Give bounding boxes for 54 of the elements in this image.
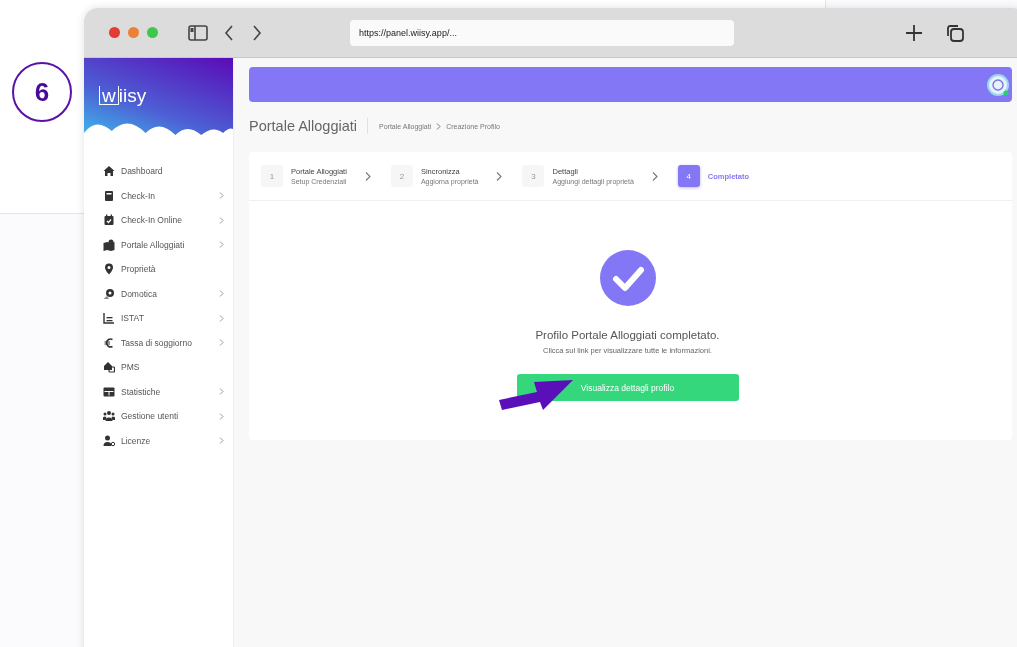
logo: w iisy — [99, 86, 147, 105]
sidebar-item-label: Tassa di soggiorno — [121, 337, 193, 348]
users-icon — [103, 410, 115, 423]
sidebar-item[interactable]: Domotica — [103, 281, 233, 306]
sidebar-toggle-icon[interactable] — [188, 24, 208, 41]
address-bar[interactable]: https://panel.wiisy.app/... — [350, 19, 734, 46]
plus-icon[interactable] — [905, 23, 923, 42]
sidebar-item[interactable]: PMS — [103, 355, 233, 380]
sidebar-item-label: ISTAT — [121, 313, 145, 324]
step-number: 1 — [261, 165, 283, 187]
sidebar-item-label: Domotica — [121, 288, 158, 299]
pin-icon — [103, 263, 115, 276]
sidebar-item-label: Check-In Online — [121, 215, 183, 226]
sidebar-item[interactable]: Gestione utenti — [103, 404, 233, 429]
sidebar-item[interactable]: Tassa di soggiorno — [103, 330, 233, 355]
user-icon — [103, 434, 115, 447]
calendar-icon — [103, 214, 115, 227]
window-controls-icon[interactable] — [109, 27, 158, 38]
sidebar-item-label: Proprietà — [121, 264, 157, 275]
result-heading: Profilo Portale Alloggiati completato. — [535, 329, 720, 341]
sidebar-item-label: Statistiche — [121, 386, 162, 397]
back-icon[interactable] — [224, 24, 234, 41]
avatar-icon[interactable] — [987, 73, 1009, 96]
house-icon — [103, 361, 115, 374]
chevron-icon — [436, 122, 442, 130]
sidebar-item[interactable]: ISTAT — [103, 306, 233, 331]
sidebar-item[interactable]: Portale Alloggiati — [103, 232, 233, 257]
step-number: 2 — [390, 165, 413, 187]
sidebar-item[interactable]: Dashboard — [103, 159, 233, 184]
home-icon — [103, 165, 115, 178]
euro-icon — [103, 336, 115, 349]
sidebar-item-label: PMS — [121, 362, 141, 373]
sidebar-item[interactable]: Proprietà — [103, 257, 233, 282]
sidebar-item-label: Portale Alloggiati — [121, 239, 186, 250]
sidebar-item[interactable]: Check-In Online — [103, 208, 233, 233]
sidebar-item-label: Check-In — [121, 190, 156, 201]
sidebar-item-label: Dashboard — [121, 166, 164, 177]
sidebar-item-label: Gestione utenti — [121, 411, 180, 422]
chevron-icon — [651, 171, 658, 181]
page-title: Portale Alloggiati — [249, 118, 368, 134]
sidebar-item[interactable]: Check-In — [103, 183, 233, 208]
sidebar-item-label: Licenze — [121, 435, 152, 446]
sidebar-item[interactable]: Licenze — [103, 428, 233, 453]
tabs-icon[interactable] — [945, 22, 965, 43]
step-number: 3 — [522, 165, 545, 187]
forward-icon[interactable] — [252, 24, 262, 41]
step-number: 4 — [677, 165, 700, 187]
check-icon — [599, 250, 656, 306]
chevron-icon — [496, 171, 503, 181]
table-icon — [103, 385, 115, 398]
sidebar-item[interactable]: Statistiche — [103, 379, 233, 404]
book-icon — [103, 189, 115, 202]
chart-icon — [103, 312, 115, 325]
chevron-icon — [364, 171, 371, 181]
